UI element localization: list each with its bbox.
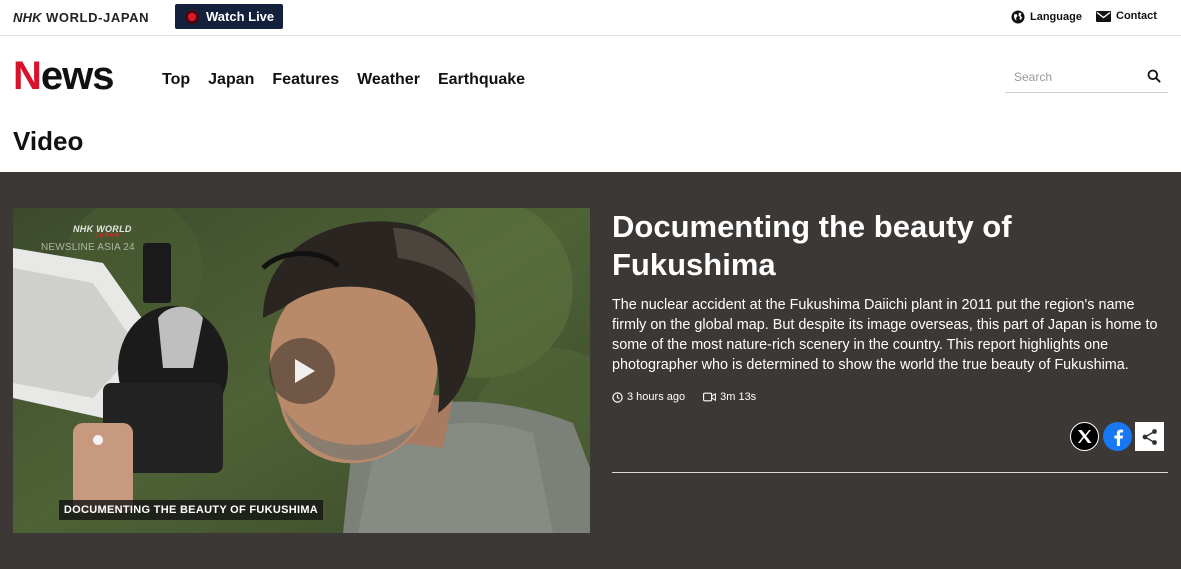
mail-icon — [1096, 10, 1111, 22]
play-icon[interactable] — [269, 338, 335, 404]
time-ago: 3 hours ago — [612, 391, 685, 403]
nav-japan[interactable]: Japan — [208, 71, 254, 89]
search-box — [1005, 64, 1168, 93]
section-divider — [612, 472, 1168, 473]
video-meta: 3 hours ago 3m 13s — [612, 391, 756, 403]
featured-video-section: NHK WORLD JAPAN NEWSLINE ASIA 24 DOCUMEN… — [0, 172, 1181, 569]
nav-top[interactable]: Top — [162, 71, 190, 89]
time-ago-label: 3 hours ago — [627, 391, 686, 403]
nhk-world-japan-logo[interactable]: NHK WORLD-JAPAN — [13, 10, 149, 25]
x-logo-icon — [1078, 430, 1092, 443]
clock-icon — [612, 391, 623, 403]
share-icon — [1142, 428, 1157, 445]
video-camera-icon — [703, 392, 717, 402]
video-headline[interactable]: Documenting the beauty of Fukushima — [612, 208, 1152, 284]
video-caption: DOCUMENTING THE BEAUTY OF FUKUSHIMA — [59, 500, 323, 520]
duration: 3m 13s — [703, 391, 756, 403]
live-dot-icon — [185, 9, 199, 24]
share-facebook-button[interactable] — [1103, 422, 1132, 451]
nav-weather[interactable]: Weather — [357, 71, 420, 89]
share-x-button[interactable] — [1070, 422, 1099, 451]
search-input[interactable] — [1005, 64, 1135, 90]
main-nav: Top Japan Features Weather Earthquake — [162, 71, 525, 89]
language-label: Language — [1030, 11, 1082, 23]
top-bar: NHK WORLD-JAPAN Watch Live Language Cont… — [0, 0, 1181, 36]
nav-earthquake[interactable]: Earthquake — [438, 71, 525, 89]
news-logo[interactable]: News — [13, 52, 114, 100]
video-watermark: NHK WORLD JAPAN NEWSLINE ASIA 24 — [41, 224, 135, 253]
news-logo-n: N — [13, 54, 42, 98]
brand-world-japan: WORLD-JAPAN — [45, 10, 150, 25]
search-icon[interactable] — [1147, 69, 1161, 83]
share-button[interactable] — [1135, 422, 1164, 451]
watermark-program: NEWSLINE ASIA 24 — [41, 242, 135, 253]
language-link[interactable]: Language — [1011, 10, 1082, 24]
page-title: Video — [13, 126, 84, 156]
nav-features[interactable]: Features — [272, 71, 339, 89]
watch-live-button[interactable]: Watch Live — [175, 4, 283, 29]
duration-label: 3m 13s — [720, 391, 757, 403]
video-description: The nuclear accident at the Fukushima Da… — [612, 297, 1158, 373]
watch-live-label: Watch Live — [206, 9, 275, 24]
video-thumbnail[interactable]: NHK WORLD JAPAN NEWSLINE ASIA 24 DOCUMEN… — [13, 208, 590, 533]
contact-link[interactable]: Contact — [1096, 10, 1157, 22]
news-logo-rest: ews — [40, 54, 115, 98]
globe-icon — [1011, 10, 1025, 24]
facebook-icon — [1113, 429, 1123, 446]
brand-nhk: NHK — [13, 10, 42, 25]
contact-label: Contact — [1116, 10, 1157, 22]
